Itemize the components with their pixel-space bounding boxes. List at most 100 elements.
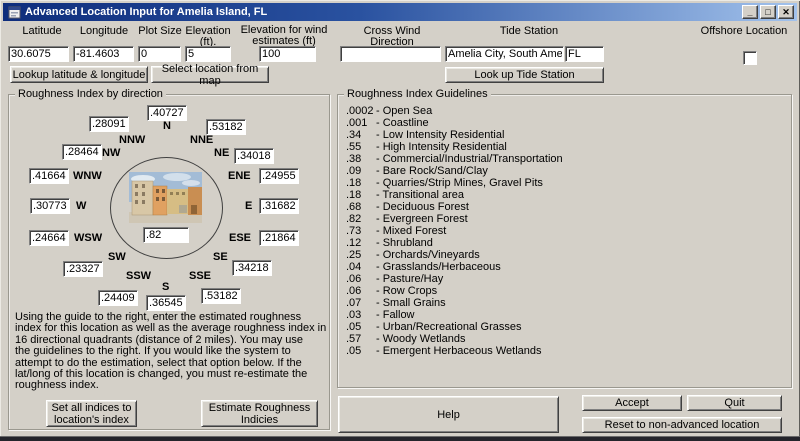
latitude-label: Latitude [12,26,72,37]
guideline-item: .68- Deciduous Forest [346,201,785,213]
direction-label-se: SE [213,251,228,263]
guideline-item: .38- Commercial/Industrial/Transportatio… [346,153,785,165]
wind-elevation-input[interactable] [259,46,316,62]
guideline-label: - Low Intensity Residential [376,129,504,141]
direction-label-nw: NW [102,147,120,159]
cross-wind-input[interactable] [340,46,441,62]
guideline-item: .03- Fallow [346,309,785,321]
guideline-item: .18- Transitional area [346,189,785,201]
roughness-input-wsw[interactable] [29,230,69,246]
roughness-input-nw[interactable] [62,144,102,160]
guideline-item: .06- Pasture/Hay [346,273,785,285]
roughness-center-input[interactable] [143,227,189,243]
direction-label-sse: SSE [189,270,211,282]
guideline-label: - Grasslands/Herbaceous [376,261,501,273]
guideline-label: - Row Crops [376,285,437,297]
guideline-label: - Deciduous Forest [376,201,469,213]
guideline-value: .06 [346,273,376,285]
guidelines-groupbox-title: Roughness Index Guidelines [344,88,491,100]
roughness-input-wnw[interactable] [29,168,69,184]
close-button[interactable]: ✕ [778,5,794,19]
direction-label-ese: ESE [229,232,251,244]
wind-elevation-label: Elevation for wind estimates (ft) [240,25,328,47]
direction-label-nnw: NNW [119,134,145,146]
guideline-label: - Woody Wetlands [376,333,465,345]
tide-station-input[interactable] [445,46,564,62]
guideline-item: .06- Row Crops [346,285,785,297]
direction-label-s: S [162,281,169,293]
roughness-input-sse[interactable] [201,288,241,304]
window-bottom-edge [0,436,800,441]
roughness-groupbox-title: Roughness Index by direction [15,88,166,100]
latitude-input[interactable] [8,46,69,62]
cross-wind-label: Cross Wind Direction [342,26,442,48]
app-icon [8,6,21,19]
title-bar[interactable]: Advanced Location Input for Amelia Islan… [3,3,797,21]
estimate-roughness-button[interactable]: Estimate Roughness Indicies [201,400,318,427]
roughness-input-n[interactable] [147,105,187,121]
maximize-button[interactable]: □ [760,5,776,19]
tide-station-label: Tide Station [470,26,588,37]
direction-label-wsw: WSW [74,232,102,244]
guideline-label: - Coastline [376,117,429,129]
guideline-item: .05- Urban/Recreational Grasses [346,321,785,333]
guideline-item: .09- Bare Rock/Sand/Clay [346,165,785,177]
roughness-instructions: Using the guide to the right, enter the … [15,312,331,392]
elevation-input[interactable] [185,46,231,62]
guideline-value: .55 [346,141,376,153]
roughness-input-e[interactable] [259,198,299,214]
set-all-indices-button[interactable]: Set all indices to location's index [46,400,137,427]
guideline-item: .73- Mixed Forest [346,225,785,237]
tide-state-input[interactable] [565,46,604,62]
direction-label-ne: NE [214,147,229,159]
guideline-item: .12- Shrubland [346,237,785,249]
guideline-label: - Evergreen Forest [376,213,468,225]
longitude-input[interactable] [73,46,134,62]
roughness-input-ese[interactable] [259,230,299,246]
minimize-button[interactable]: _ [742,5,758,19]
lookup-tide-button[interactable]: Look up Tide Station [445,67,604,83]
reset-button[interactable]: Reset to non-advanced location [582,417,782,433]
roughness-input-ene[interactable] [259,168,299,184]
guideline-value: .09 [346,165,376,177]
guideline-label: - Small Grains [376,297,446,309]
roughness-input-s[interactable] [146,295,186,311]
roughness-input-w[interactable] [30,198,70,214]
plot-size-input[interactable] [138,46,181,62]
guideline-value: .18 [346,189,376,201]
advanced-location-dialog: Advanced Location Input for Amelia Islan… [0,0,800,441]
guideline-item: .18- Quarries/Strip Mines, Gravel Pits [346,177,785,189]
help-button[interactable]: Help [338,396,559,433]
roughness-input-se[interactable] [232,260,272,276]
roughness-input-ssw[interactable] [98,290,138,306]
guideline-value: .38 [346,153,376,165]
maximize-icon: □ [765,8,770,17]
roughness-input-ne[interactable] [234,148,274,164]
roughness-groupbox: Roughness Index by direction NNNENEENEEE… [8,94,330,430]
select-from-map-button[interactable]: Select location from map [151,66,269,83]
guideline-item: .57- Woody Wetlands [346,333,785,345]
guideline-item: .25- Orchards/Vineyards [346,249,785,261]
guideline-item: .04- Grasslands/Herbaceous [346,261,785,273]
accept-button[interactable]: Accept [582,395,682,411]
close-icon: ✕ [782,8,790,17]
roughness-input-nne[interactable] [206,119,246,135]
guideline-value: .06 [346,285,376,297]
quit-button[interactable]: Quit [687,395,782,411]
guideline-label: - Mixed Forest [376,225,446,237]
guideline-label: - Quarries/Strip Mines, Gravel Pits [376,177,543,189]
guideline-label: - Transitional area [376,189,464,201]
guideline-label: - Open Sea [376,105,432,117]
roughness-input-sw[interactable] [63,261,103,277]
guideline-value: .001 [346,117,376,129]
guideline-value: .18 [346,177,376,189]
guidelines-groupbox: Roughness Index Guidelines .0002- Open S… [337,94,792,388]
guideline-value: .73 [346,225,376,237]
elevation-label: Elevation (ft). [183,26,233,48]
offshore-checkbox[interactable] [743,51,757,65]
guideline-item: .001- Coastline [346,117,785,129]
roughness-input-nnw[interactable] [89,116,129,132]
offshore-label: Offshore Location [698,26,790,37]
guideline-value: .34 [346,129,376,141]
lookup-latlong-button[interactable]: Lookup latitude & longitude [10,66,148,83]
